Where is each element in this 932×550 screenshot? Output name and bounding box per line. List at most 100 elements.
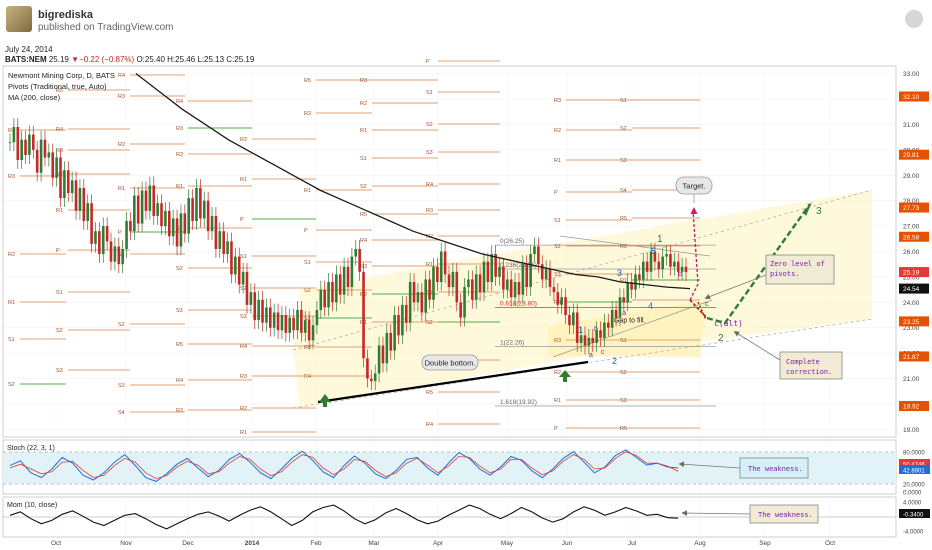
candle-body [669, 254, 672, 267]
candle-body [288, 317, 292, 333]
pivot-label: R5 [360, 212, 367, 218]
pivot-label: R4 [176, 378, 183, 384]
pivot-label: R4 [426, 182, 433, 188]
candle-body [467, 279, 470, 288]
candle-body [381, 345, 385, 364]
candle-body [537, 246, 540, 265]
pivot-label: R1 [304, 188, 311, 194]
pivot-label: R1 [554, 158, 561, 164]
candle-body [12, 126, 16, 143]
pivot-label: S1 [8, 337, 15, 343]
candle-body [167, 210, 171, 237]
stoch-axis: 80.000050.474642.890120.00000.0000 [899, 451, 930, 497]
candle-body [109, 241, 113, 262]
pivot-label: S4 [118, 410, 125, 416]
pivot-label: R4 [304, 374, 311, 380]
candle-body [634, 274, 637, 290]
pivot-label: R4 [426, 422, 433, 428]
pivot-label: R2 [176, 152, 183, 158]
pivot-label: R1 [426, 262, 433, 268]
pivot-label: R2 [554, 370, 561, 376]
candle-body [284, 315, 288, 333]
candle-body [401, 304, 404, 336]
candle-body [78, 187, 82, 211]
price-tick-label: 24.00 [903, 300, 920, 307]
candle-body [16, 126, 20, 161]
wave-label-big1: 1 [657, 234, 663, 245]
candle-body [618, 297, 622, 318]
pivot-label: R3 [176, 408, 183, 414]
candle-body [521, 264, 525, 295]
candle-body [199, 187, 202, 219]
mom-tick-label: 4.0000 [903, 501, 922, 507]
candle-body [377, 345, 381, 374]
candle-body [447, 274, 451, 288]
pivot-label: P [304, 228, 308, 234]
pivot-label: R4 [240, 344, 247, 350]
candle-body [175, 218, 179, 247]
price-marker-label: 32.10 [903, 94, 920, 101]
time-tick-label: Oct [51, 540, 61, 547]
candle-body [43, 139, 47, 158]
legend-title: Newmont Mining Corp, D, BATS [8, 71, 115, 80]
pivot-label: R3 [360, 78, 367, 84]
candle-body [70, 180, 74, 194]
candle-body [253, 292, 257, 321]
candle-body [24, 139, 27, 155]
wave-label-b-small: b [594, 326, 598, 333]
pivot-label: S1 [620, 338, 627, 344]
price-marker-label: 26.58 [903, 234, 920, 241]
time-tick-label: Jul [628, 540, 637, 547]
pivot-label: R3 [176, 126, 183, 132]
pivot-label: S2 [176, 266, 183, 272]
candle-body [63, 170, 66, 199]
price-axis: 33.0032.0031.0030.0029.0028.0027.0026.00… [903, 71, 920, 434]
candle-body [451, 271, 455, 288]
candle-body [117, 246, 121, 265]
candle-body [657, 261, 661, 270]
candle-body [226, 241, 229, 255]
time-axis: Oct Nov Dec 2014 Feb Mar Apr May Jun Jul Aug Sep Oct [51, 540, 835, 547]
time-tick-label: Dec [182, 540, 194, 547]
candle-body [28, 134, 31, 155]
candle-body [230, 241, 233, 275]
candle-body [346, 266, 350, 288]
pivot-label: R5 [304, 78, 311, 84]
candle-body [564, 297, 567, 316]
pivot-label: R2 [304, 111, 311, 117]
candle-body [599, 330, 602, 338]
candle-body [529, 254, 532, 288]
candle-body [486, 261, 490, 282]
candle-body [129, 221, 132, 232]
pivot-label: S3 [554, 272, 561, 278]
candle-body [443, 251, 447, 275]
candle-body [237, 256, 241, 285]
candle-body [684, 266, 688, 273]
wave-label-1: 1 [578, 325, 583, 335]
pivot-label: R5 [426, 390, 433, 396]
pivot-label: S4 [620, 188, 627, 194]
candle-body [55, 157, 58, 178]
candle-body [342, 266, 346, 295]
mom-label: Mom (10, close) [7, 502, 57, 509]
candle-body [249, 292, 253, 305]
candle-body [513, 281, 517, 298]
candle-body [136, 195, 140, 224]
candle-body [206, 200, 210, 232]
mom-tick-label: -4.0000 [903, 530, 924, 536]
candle-body [125, 221, 128, 249]
candle-body [490, 254, 494, 282]
tradingview-chart[interactable]: R4 R3 R2 R1 P S1 S2 S3 S4 R5 R2 R1 P S1 S2 S3 R5 R4 R3 R2 R1… [0, 0, 932, 550]
pivot-label: P [118, 230, 122, 236]
candle-body [385, 332, 389, 364]
stoch-weakness-text: The weakness. [748, 465, 803, 473]
candle-body [552, 287, 556, 293]
candle-body [160, 203, 163, 227]
pivot-label: S3 [426, 150, 433, 156]
pivot-label: P [554, 190, 558, 196]
time-tick-label: Jun [562, 540, 573, 547]
fib-label: 0(26.25) [500, 238, 524, 245]
candle-body [533, 246, 536, 255]
pivot-label: P [56, 248, 60, 254]
pivot-label: S1 [304, 260, 311, 266]
